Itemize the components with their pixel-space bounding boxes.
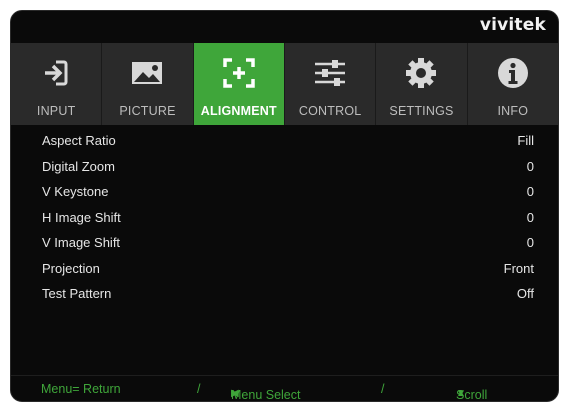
sliders-icon [315, 60, 346, 86]
osd-menu: vivitek INPUT PICTURE ALIGNMENT CONTROL … [10, 10, 559, 402]
hint-separator: / [197, 382, 201, 396]
menu-item-value: 0 [526, 184, 534, 199]
tab-label: ALIGNMENT [200, 104, 277, 118]
tab-picture[interactable]: PICTURE [102, 43, 194, 125]
menu-item-projection[interactable]: Projection Front [11, 256, 558, 282]
menu-item-label: Aspect Ratio [42, 133, 116, 148]
hint-separator: / [381, 382, 385, 396]
tab-settings[interactable]: SETTINGS [376, 43, 468, 125]
hint-menu-return: Menu= Return [41, 382, 121, 396]
menu-item-v-keystone[interactable]: V Keystone 0 [11, 179, 558, 205]
input-icon [45, 60, 68, 86]
right-arrow-icon: ▶ [231, 388, 239, 399]
alignment-menu: Aspect Ratio Fill Digital Zoom 0 V Keyst… [11, 128, 558, 307]
menu-item-value: 0 [526, 235, 534, 250]
info-icon [497, 58, 528, 88]
tab-bar: INPUT PICTURE ALIGNMENT CONTROL SETTINGS… [11, 43, 558, 125]
menu-item-value: 0 [526, 209, 534, 225]
hint-menu-select-label: Menu Select [231, 388, 301, 402]
tab-label: SETTINGS [389, 104, 454, 118]
menu-item-label: H Image Shift [42, 209, 121, 225]
menu-item-aspect-ratio[interactable]: Aspect Ratio Fill [11, 128, 558, 154]
down-arrow-icon: ▼ [456, 388, 466, 399]
menu-item-h-image-shift[interactable]: H Image Shift 0 [11, 205, 558, 231]
menu-item-label: V Keystone [42, 184, 109, 199]
menu-item-value: Off [516, 286, 534, 301]
menu-item-label: V Image Shift [42, 235, 121, 250]
menu-item-test-pattern[interactable]: Test Pattern Off [11, 281, 558, 307]
gear-icon [406, 58, 437, 88]
menu-item-label: Projection [42, 260, 100, 276]
picture-icon [132, 62, 163, 84]
tab-label: INFO [497, 104, 529, 118]
tab-label: PICTURE [119, 104, 176, 118]
brand-bar: vivitek [11, 11, 558, 43]
tab-label: CONTROL [298, 104, 362, 118]
tab-info[interactable]: INFO [467, 43, 558, 125]
alignment-icon [223, 58, 255, 88]
menu-item-label: Digital Zoom [42, 158, 115, 174]
tab-control[interactable]: CONTROL [284, 43, 377, 125]
tab-alignment[interactable]: ALIGNMENT [193, 43, 285, 125]
brand-logo: vivitek [479, 15, 546, 35]
menu-item-label: Test Pattern [42, 286, 112, 301]
tab-input[interactable]: INPUT [11, 43, 103, 125]
menu-item-v-image-shift[interactable]: V Image Shift 0 [11, 230, 558, 256]
footer-hint-bar: Menu= Return / Menu Select ◀ ▶ / Scroll ▲… [11, 375, 558, 401]
menu-item-value: 0 [526, 158, 534, 174]
menu-item-value: Front [503, 260, 534, 276]
menu-item-value: Fill [517, 133, 534, 148]
menu-item-digital-zoom[interactable]: Digital Zoom 0 [11, 154, 558, 180]
tab-label: INPUT [36, 104, 76, 118]
